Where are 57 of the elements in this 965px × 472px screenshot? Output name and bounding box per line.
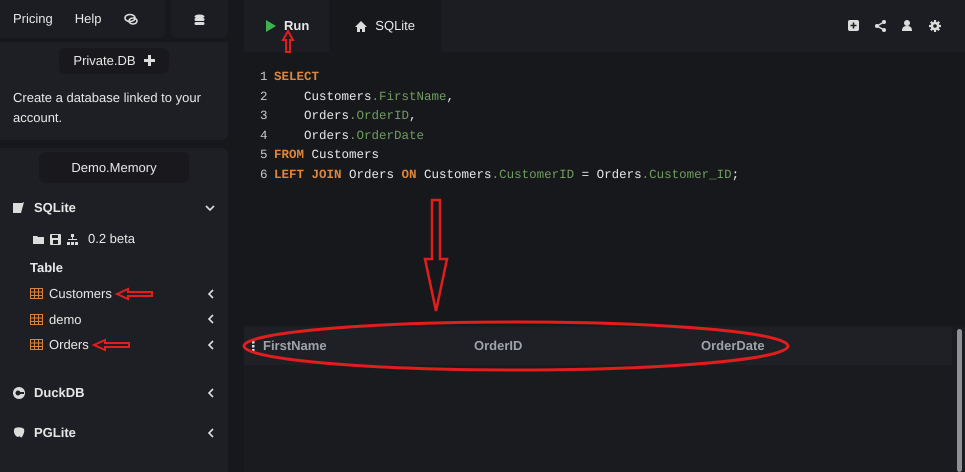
demo-memory-button[interactable]: Demo.Memory: [39, 152, 189, 183]
column-header[interactable]: OrderID: [474, 336, 701, 356]
engine-item[interactable]: PGLite: [0, 418, 228, 448]
description-text: Create a database linked to your account.: [12, 88, 202, 126]
chat-icon[interactable]: [124, 13, 138, 25]
chevron-left-icon: [207, 340, 215, 350]
code-line: SELECT: [274, 70, 320, 84]
save-icon[interactable]: [50, 234, 61, 244]
table-item[interactable]: demo: [0, 306, 228, 332]
engine-item[interactable]: DuckDB: [0, 378, 228, 408]
code-line: LEFT JOIN Orders ON Customers.CustomerID = Orders.Customer_ID;: [274, 168, 740, 182]
version-text: 0.2 beta: [88, 230, 135, 248]
scrollbar[interactable]: [957, 329, 962, 472]
code-line: Orders.OrderID,: [303, 109, 417, 123]
line-number: 4: [260, 128, 269, 144]
chevron-left-icon: [207, 288, 215, 299]
chevron-left-icon: [207, 428, 215, 438]
table-item[interactable]: Orders: [0, 332, 228, 358]
line-number: 3: [260, 108, 269, 125]
column-header[interactable]: OrderDate: [701, 336, 901, 356]
section-label: Table: [30, 259, 63, 278]
chevron-down-icon: [205, 204, 215, 212]
add-icon[interactable]: [848, 20, 860, 32]
run-button[interactable]: Run: [244, 0, 330, 52]
column-header[interactable]: FirstName: [263, 336, 474, 356]
table-icon: [30, 314, 43, 325]
line-number: 6: [260, 166, 269, 184]
drag-handle-icon[interactable]: [252, 340, 255, 352]
code-line: FROM Customers: [274, 148, 380, 162]
play-icon: [266, 20, 276, 32]
nav-link[interactable]: Help: [74, 9, 102, 29]
line-number: 5: [260, 147, 269, 164]
user-icon[interactable]: [902, 20, 914, 32]
table-icon: [30, 339, 43, 350]
table-item[interactable]: Customers: [0, 281, 228, 306]
sqlite-icon: [13, 202, 25, 214]
code-editor[interactable]: 1 SELECT 2 Customers.FirstName, 3 Orders.OrderID, 4 Orders.OrderDate 5 FROM Customers 6 LEFT JOIN Orders ON Customers.CustomerID = Orders.Customer_ID;: [244, 52, 965, 185]
folder-icon[interactable]: [33, 234, 44, 244]
nav-link[interactable]: Pricing: [13, 9, 53, 29]
home-icon: [355, 20, 368, 32]
engine-item[interactable]: SQLite: [0, 193, 228, 223]
line-number: 2: [260, 88, 269, 106]
hierarchy-icon[interactable]: [67, 234, 78, 244]
chevron-left-icon: [207, 388, 215, 398]
code-line: Customers.FirstName,: [303, 90, 454, 104]
database-button[interactable]: [171, 0, 228, 38]
elephant-icon: [13, 426, 25, 438]
private-db-button[interactable]: Private.DB: [59, 48, 169, 74]
share-icon[interactable]: [875, 20, 887, 32]
duckdb-icon: [13, 386, 25, 398]
code-line: Orders.OrderDate: [303, 128, 424, 142]
line-number: 1: [260, 69, 269, 86]
table-icon: [30, 288, 43, 300]
database-icon: [194, 14, 205, 24]
chevron-left-icon: [207, 314, 215, 324]
settings-icon[interactable]: [929, 20, 941, 32]
plus-icon: [144, 55, 155, 66]
